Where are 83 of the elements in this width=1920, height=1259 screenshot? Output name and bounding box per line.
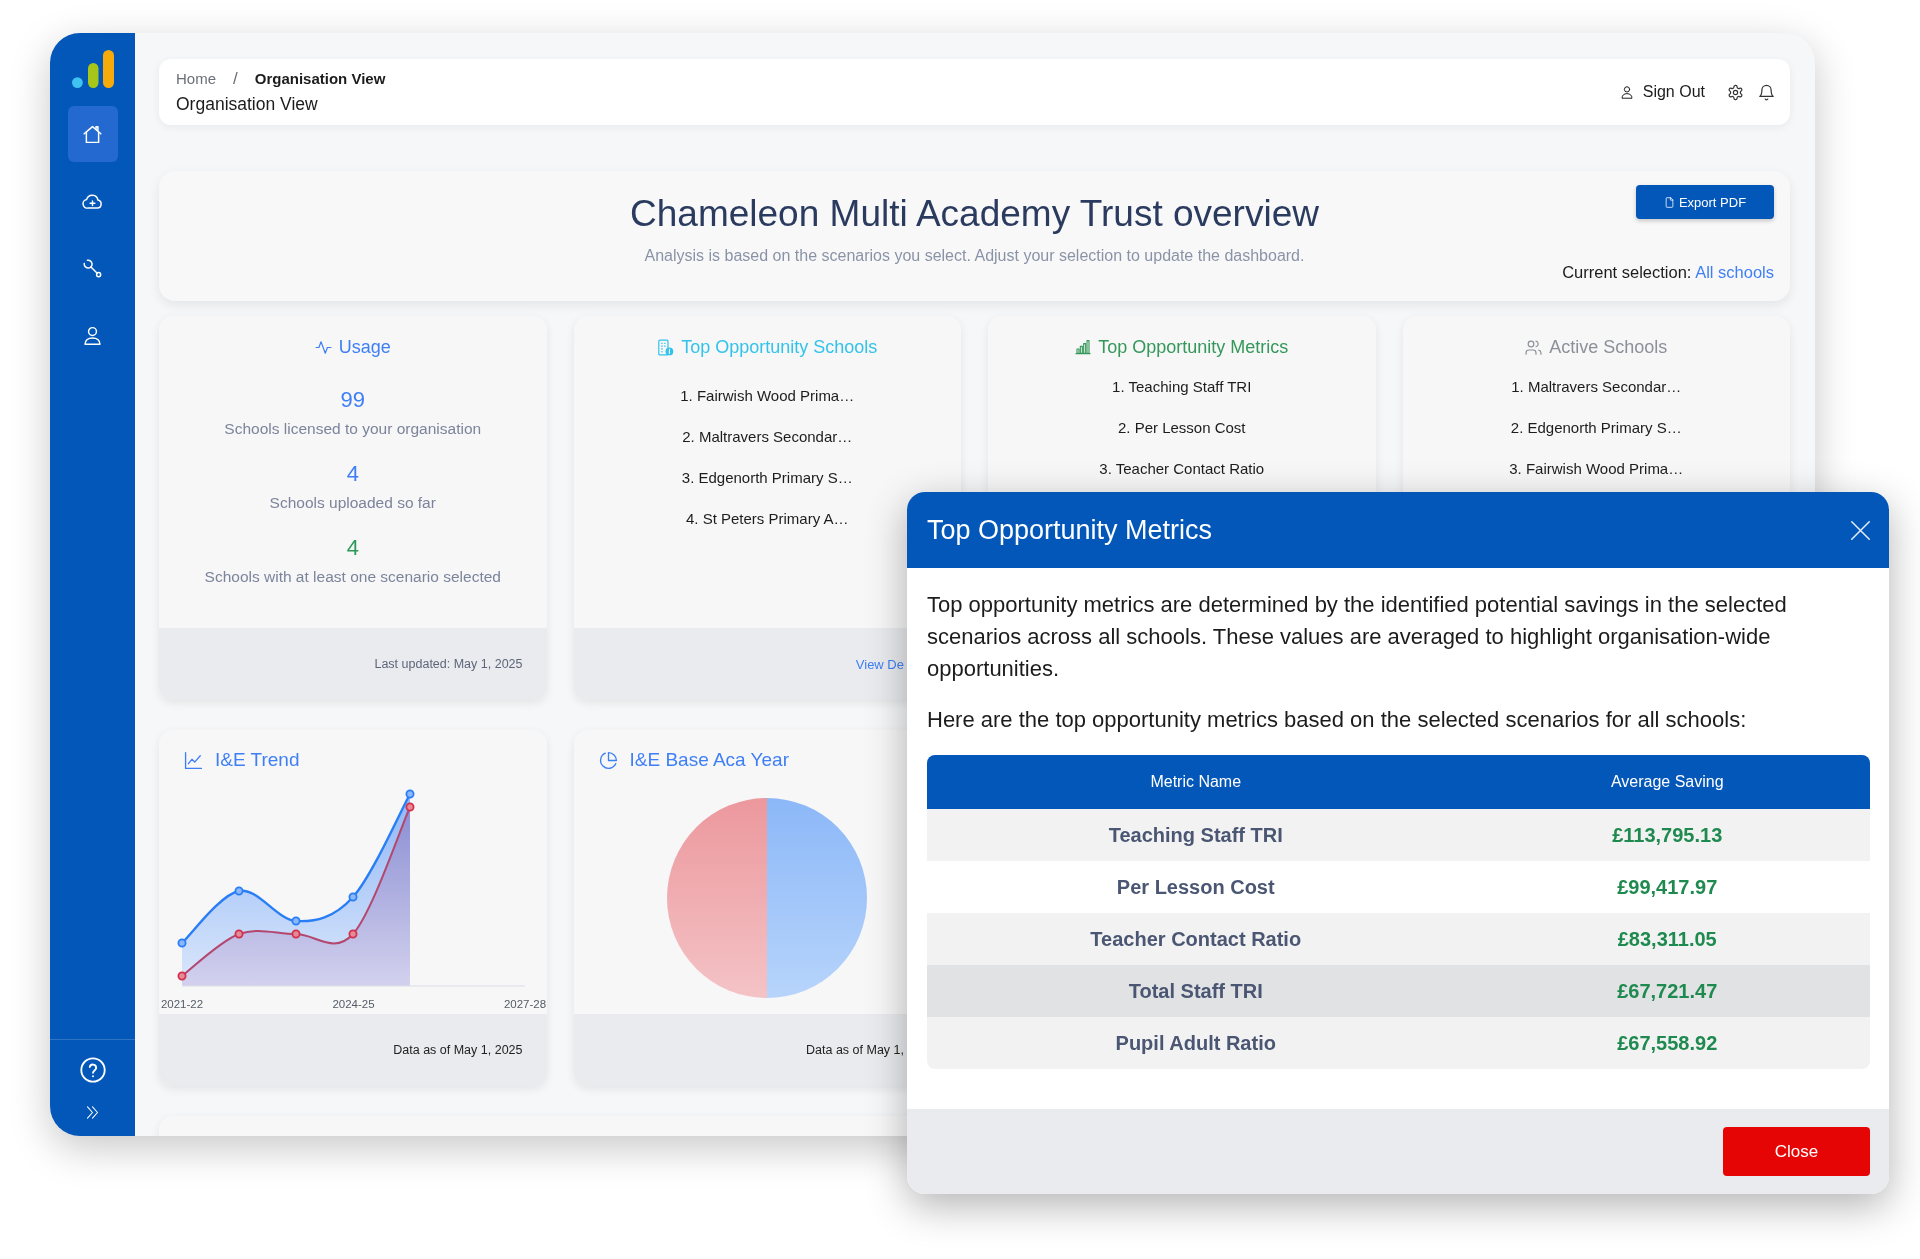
table-cell-text: Teacher Contact Ratio xyxy=(1089,926,1303,952)
card-title: I&E Trend xyxy=(215,748,300,772)
list-item: 2. Per Lesson Cost xyxy=(1117,418,1246,438)
table-cell-text: Per Lesson Cost xyxy=(1115,874,1276,900)
card-title: Usage xyxy=(338,336,391,358)
axis-label: 2024-25 xyxy=(332,998,375,1010)
file-icon xyxy=(1663,196,1675,208)
dashboard-subtitle: Analysis is based on the scenarios you select. Adjust your selection to update the dashboard. xyxy=(643,246,1306,266)
data-point xyxy=(177,971,187,981)
list-item: 1. Maltravers Secondar… xyxy=(1511,377,1682,397)
user-icon xyxy=(1619,85,1634,99)
list-item: 1. Teaching Staff TRI xyxy=(1112,377,1252,397)
dashboard-title: Chameleon Multi Academy Trust overview xyxy=(630,192,1319,236)
data-point xyxy=(234,929,244,939)
table-cell-text: £113,795.13 xyxy=(1611,822,1724,848)
card-title: I&E Base Aca Year xyxy=(629,748,789,772)
close-icon[interactable] xyxy=(1850,519,1871,541)
modal-paragraph: Here are the top opportunity metrics based on the selected scenarios for all schools: xyxy=(927,706,1748,734)
pie-chart-icon xyxy=(598,750,618,770)
double-chevron-icon[interactable] xyxy=(85,1105,100,1120)
export-pdf-button[interactable]: Export PDF xyxy=(1636,185,1774,219)
breadcrumb-separator: / xyxy=(233,69,238,89)
selection-label: Current selection: xyxy=(1562,263,1692,281)
stat-label: Schools with at least one scenario selected xyxy=(204,567,501,587)
bar-chart-icon xyxy=(1075,339,1092,355)
breadcrumb-current: Organisation View xyxy=(254,69,386,89)
card-title: Top Opportunity Schools xyxy=(681,336,878,358)
line-chart-icon xyxy=(184,750,203,770)
stat-label: Schools uploaded so far xyxy=(269,493,436,513)
details-link[interactable]: View De xyxy=(855,656,904,672)
axis-label: 2027-28 xyxy=(503,998,547,1010)
stat-value: 4 xyxy=(345,461,360,487)
table-cell-text: £67,558.92 xyxy=(1616,1030,1719,1056)
table-cell-text: £83,311.05 xyxy=(1616,926,1718,952)
table-cell-text: Teaching Staff TRI xyxy=(1107,822,1284,848)
settings-icon[interactable] xyxy=(1727,83,1744,101)
card-title: Active Schools xyxy=(1549,336,1668,358)
list-item: 3. Teacher Contact Ratio xyxy=(1099,459,1265,479)
bell-icon[interactable] xyxy=(1758,83,1775,101)
data-point xyxy=(291,916,301,926)
data-point xyxy=(291,929,301,939)
home-icon xyxy=(82,123,103,145)
data-point xyxy=(348,892,358,902)
data-date-text: Data as of May 1, xyxy=(806,1043,904,1057)
building-icon xyxy=(657,338,675,356)
table-cell-text: Total Staff TRI xyxy=(1127,978,1264,1004)
breadcrumb-link[interactable]: Home xyxy=(176,69,216,89)
data-date-text: Data as of May 1, 2025 xyxy=(393,1043,523,1057)
table-cell-text: £99,417.97 xyxy=(1616,874,1719,900)
list-item: 2. Edgenorth Primary S… xyxy=(1510,418,1682,438)
selection-link[interactable]: All schools xyxy=(1695,263,1774,281)
data-point xyxy=(405,789,415,799)
data-point xyxy=(234,886,244,896)
table-cell-text: £67,721.47 xyxy=(1616,978,1719,1004)
list-item: 3. Edgenorth Primary S… xyxy=(681,468,853,488)
data-point xyxy=(348,929,358,939)
stat-value: 99 xyxy=(339,387,366,413)
user-icon xyxy=(82,324,103,346)
help-icon[interactable] xyxy=(79,1057,106,1083)
list-item: 1. Fairwish Wood Prima… xyxy=(680,386,855,406)
users-icon xyxy=(1525,338,1543,356)
list-item: 2. Maltravers Secondar… xyxy=(682,427,853,447)
stat-label: Schools licensed to your organisation xyxy=(224,419,482,439)
list-item: 4. St Peters Primary A… xyxy=(685,509,849,529)
page-title: Organisation View xyxy=(176,93,319,115)
nav-button[interactable] xyxy=(67,106,118,162)
column-header: Metric Name xyxy=(1149,772,1243,792)
card-title: Top Opportunity Metrics xyxy=(1098,336,1289,358)
pulse-icon xyxy=(314,338,332,356)
table-cell-text: Pupil Adult Ratio xyxy=(1114,1030,1277,1056)
list-item: 3. Fairwish Wood Prima… xyxy=(1509,459,1684,479)
axis-label: 2021-22 xyxy=(160,998,204,1010)
logo-icon xyxy=(71,50,114,88)
modal-title: Top Opportunity Metrics xyxy=(927,514,1213,546)
sign-out-button[interactable]: Sign Out xyxy=(1619,83,1705,101)
data-point xyxy=(405,802,415,812)
last-updated-text: Last updated: May 1, 2025 xyxy=(374,657,523,671)
modal-paragraph: Top opportunity metrics are determined by the identified potential savings in the selected scenarios across all schools. These values are averaged to highlight organisation-wide opportunities. xyxy=(927,591,1788,683)
data-point xyxy=(177,938,187,948)
stat-value: 4 xyxy=(345,535,360,561)
close-button[interactable]: Close xyxy=(1723,1127,1870,1176)
column-header: Average Saving xyxy=(1609,772,1725,792)
wrench-icon xyxy=(82,257,103,279)
